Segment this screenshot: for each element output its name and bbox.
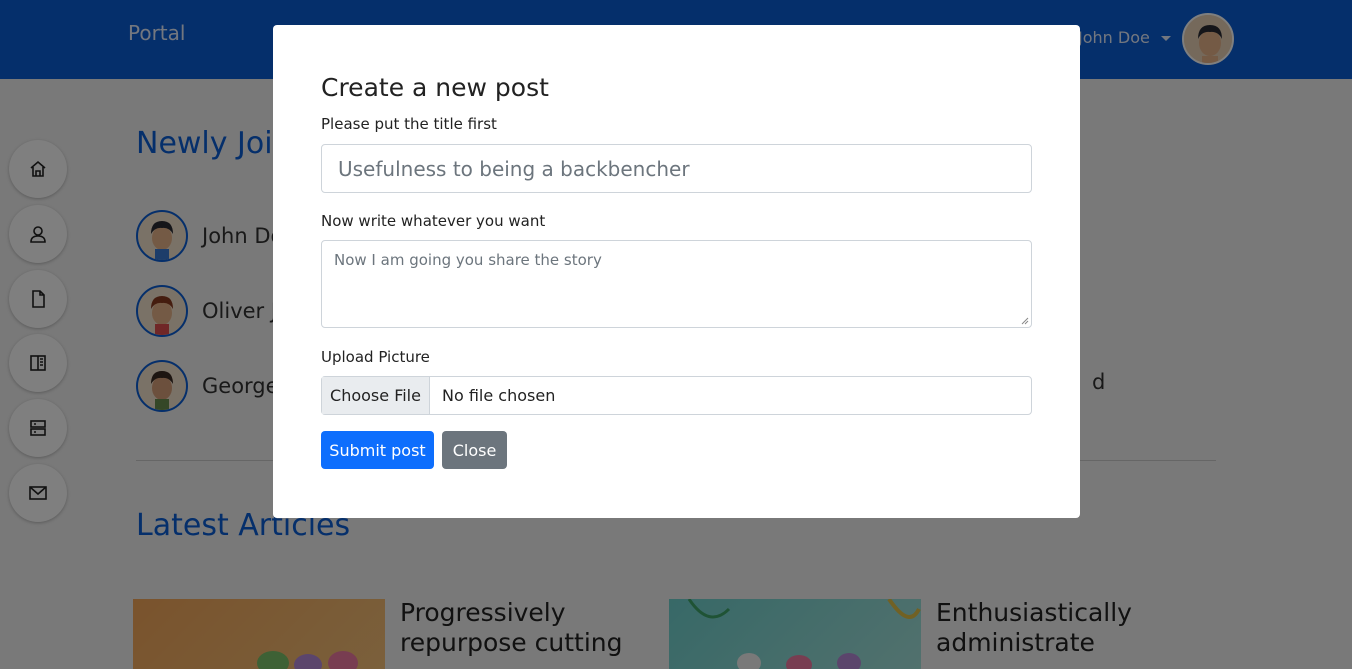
body-label: Now write whatever you want — [321, 212, 546, 230]
choose-file-button[interactable]: Choose File — [322, 377, 430, 414]
file-status-text: No file chosen — [442, 386, 556, 405]
resize-handle-icon[interactable] — [1020, 316, 1029, 325]
modal-title: Create a new post — [321, 73, 549, 102]
post-body-placeholder: Now I am going you share the story — [334, 251, 602, 269]
create-post-modal: Create a new post Please put the title f… — [273, 25, 1080, 518]
title-label: Please put the title first — [321, 115, 497, 133]
upload-label: Upload Picture — [321, 348, 430, 366]
file-upload-input[interactable]: Choose File No file chosen — [321, 376, 1032, 415]
post-body-textarea[interactable]: Now I am going you share the story — [321, 240, 1032, 328]
close-button[interactable]: Close — [442, 431, 507, 469]
post-title-placeholder: Usefulness to being a backbencher — [338, 156, 690, 181]
submit-post-button[interactable]: Submit post — [321, 431, 434, 469]
post-title-input[interactable]: Usefulness to being a backbencher — [321, 144, 1032, 193]
